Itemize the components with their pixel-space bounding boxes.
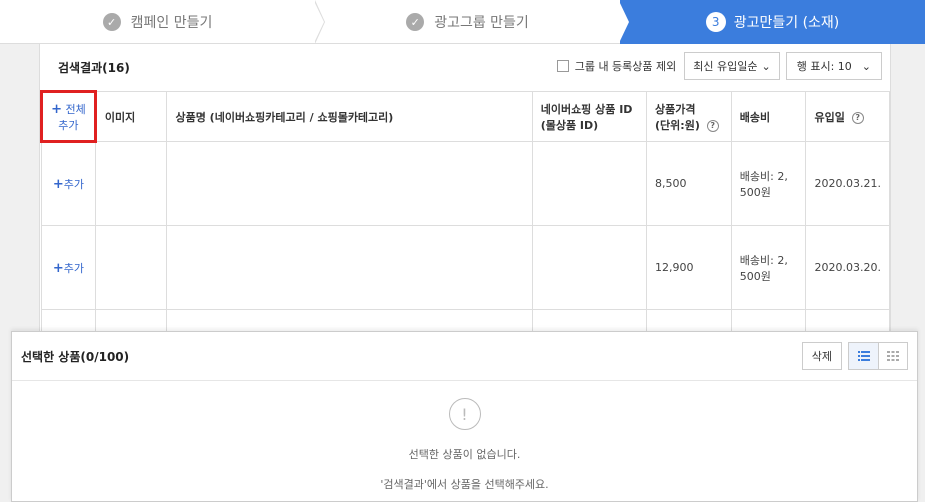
plus-icon: + — [51, 101, 62, 117]
date-cell: 2020.03.20. — [805, 225, 890, 310]
search-result-title: 검색결과(16) — [58, 60, 130, 75]
image-cell — [94, 141, 168, 226]
help-icon[interactable]: ? — [851, 111, 864, 124]
exclamation-icon: ! — [448, 398, 481, 430]
step-campaign-label: 캠페인 만들기 — [130, 15, 213, 31]
empty-message: 선택한 상품이 없습니다. — [408, 448, 521, 461]
table-row: +추가 8,500 배송비: 2, 500원 2020.03.21. — [41, 141, 890, 226]
search-result-table: + 전체 추가 이미지 상품명 (네이버쇼핑카테고리 / 쇼핑몰카테고리) 네이… — [40, 90, 890, 334]
plus-icon: + — [52, 177, 64, 192]
rows-per-page-value: 행 표시: 10 — [796, 60, 852, 73]
sort-select-value: 최신 유입일순 — [693, 60, 758, 73]
add-all-label-2: 추가 — [58, 118, 79, 132]
empty-state: ! 선택한 상품이 없습니다. '검색결과'에서 상품을 선택해주세요. — [12, 382, 917, 492]
chevron-down-icon: ⌄ — [761, 59, 771, 73]
table-row: +추가 12,900 배송비: 2, 500원 2020.03.20. — [41, 225, 890, 310]
add-button[interactable]: +추가 — [41, 225, 96, 310]
check-icon: ✓ — [406, 13, 425, 31]
step-adgroup-label: 광고그룹 만들기 — [434, 15, 529, 31]
exclude-registered-label: 그룹 내 등록상품 제외 — [574, 60, 677, 73]
image-cell — [94, 225, 168, 310]
add-button[interactable]: +추가 — [41, 141, 96, 226]
col-image: 이미지 — [94, 91, 168, 142]
product-name-cell — [166, 225, 533, 310]
list-icon — [857, 351, 870, 361]
chevron-down-icon: ⌄ — [861, 59, 871, 73]
empty-hint: '검색결과'에서 상품을 선택해주세요. — [380, 478, 549, 491]
delete-button[interactable]: 삭제 — [801, 342, 842, 370]
plus-icon: + — [52, 260, 64, 276]
add-all-button[interactable]: + 전체 추가 — [40, 90, 97, 143]
step-progress: ✓ 캠페인 만들기 ✓ 광고그룹 만들기 3 광고만들기 (소재) — [0, 0, 925, 44]
date-cell: 2020.03.21. — [805, 141, 890, 226]
selected-products-panel: 선택한 상품(0/100) 삭제 ! 선택한 상품이 없습니다. '검색결과'에… — [11, 331, 918, 502]
grid-icon — [887, 351, 899, 361]
selected-products-title: 선택한 상품(0/100) — [21, 349, 130, 364]
product-id-cell — [531, 141, 648, 226]
exclude-registered-checkbox[interactable]: 그룹 내 등록상품 제외 — [556, 58, 677, 74]
step-campaign[interactable]: ✓ 캠페인 만들기 — [0, 0, 325, 44]
add-all-label-1: 전체 — [65, 102, 86, 116]
col-shipping: 배송비 — [730, 91, 807, 142]
check-icon: ✓ — [102, 13, 121, 31]
rows-per-page-select[interactable]: 행 표시: 10 ⌄ — [785, 52, 882, 80]
view-toggle — [848, 342, 908, 370]
step-adgroup[interactable]: ✓ 광고그룹 만들기 — [315, 0, 630, 44]
step-number-badge: 3 — [705, 12, 726, 32]
grid-view-button[interactable] — [878, 343, 907, 369]
checkbox-box[interactable] — [556, 60, 569, 72]
price-cell: 8,500 — [646, 141, 732, 226]
col-date: 유입일 ? — [805, 91, 890, 142]
shipping-cell: 배송비: 2, 500원 — [730, 141, 807, 226]
step-ad-creative[interactable]: 3 광고만들기 (소재) — [620, 0, 925, 44]
col-product-id: 네이버쇼핑 상품 ID (몰상품 ID) — [531, 91, 648, 142]
step-ad-creative-label: 광고만들기 (소재) — [733, 15, 840, 31]
product-id-cell — [531, 225, 648, 310]
sort-select[interactable]: 최신 유입일순 ⌄ — [684, 52, 780, 80]
col-price: 상품가격 (단위:원) ? — [646, 91, 732, 142]
help-icon[interactable]: ? — [706, 119, 719, 132]
list-view-button[interactable] — [849, 343, 878, 369]
col-product-name: 상품명 (네이버쇼핑카테고리 / 쇼핑몰카테고리) — [166, 91, 533, 142]
price-cell: 12,900 — [646, 225, 732, 310]
shipping-cell: 배송비: 2, 500원 — [730, 225, 807, 310]
product-name-cell — [166, 141, 533, 226]
search-result-panel: 검색결과(16) 그룹 내 등록상품 제외 최신 유입일순 ⌄ 행 표시: 10… — [39, 44, 891, 334]
